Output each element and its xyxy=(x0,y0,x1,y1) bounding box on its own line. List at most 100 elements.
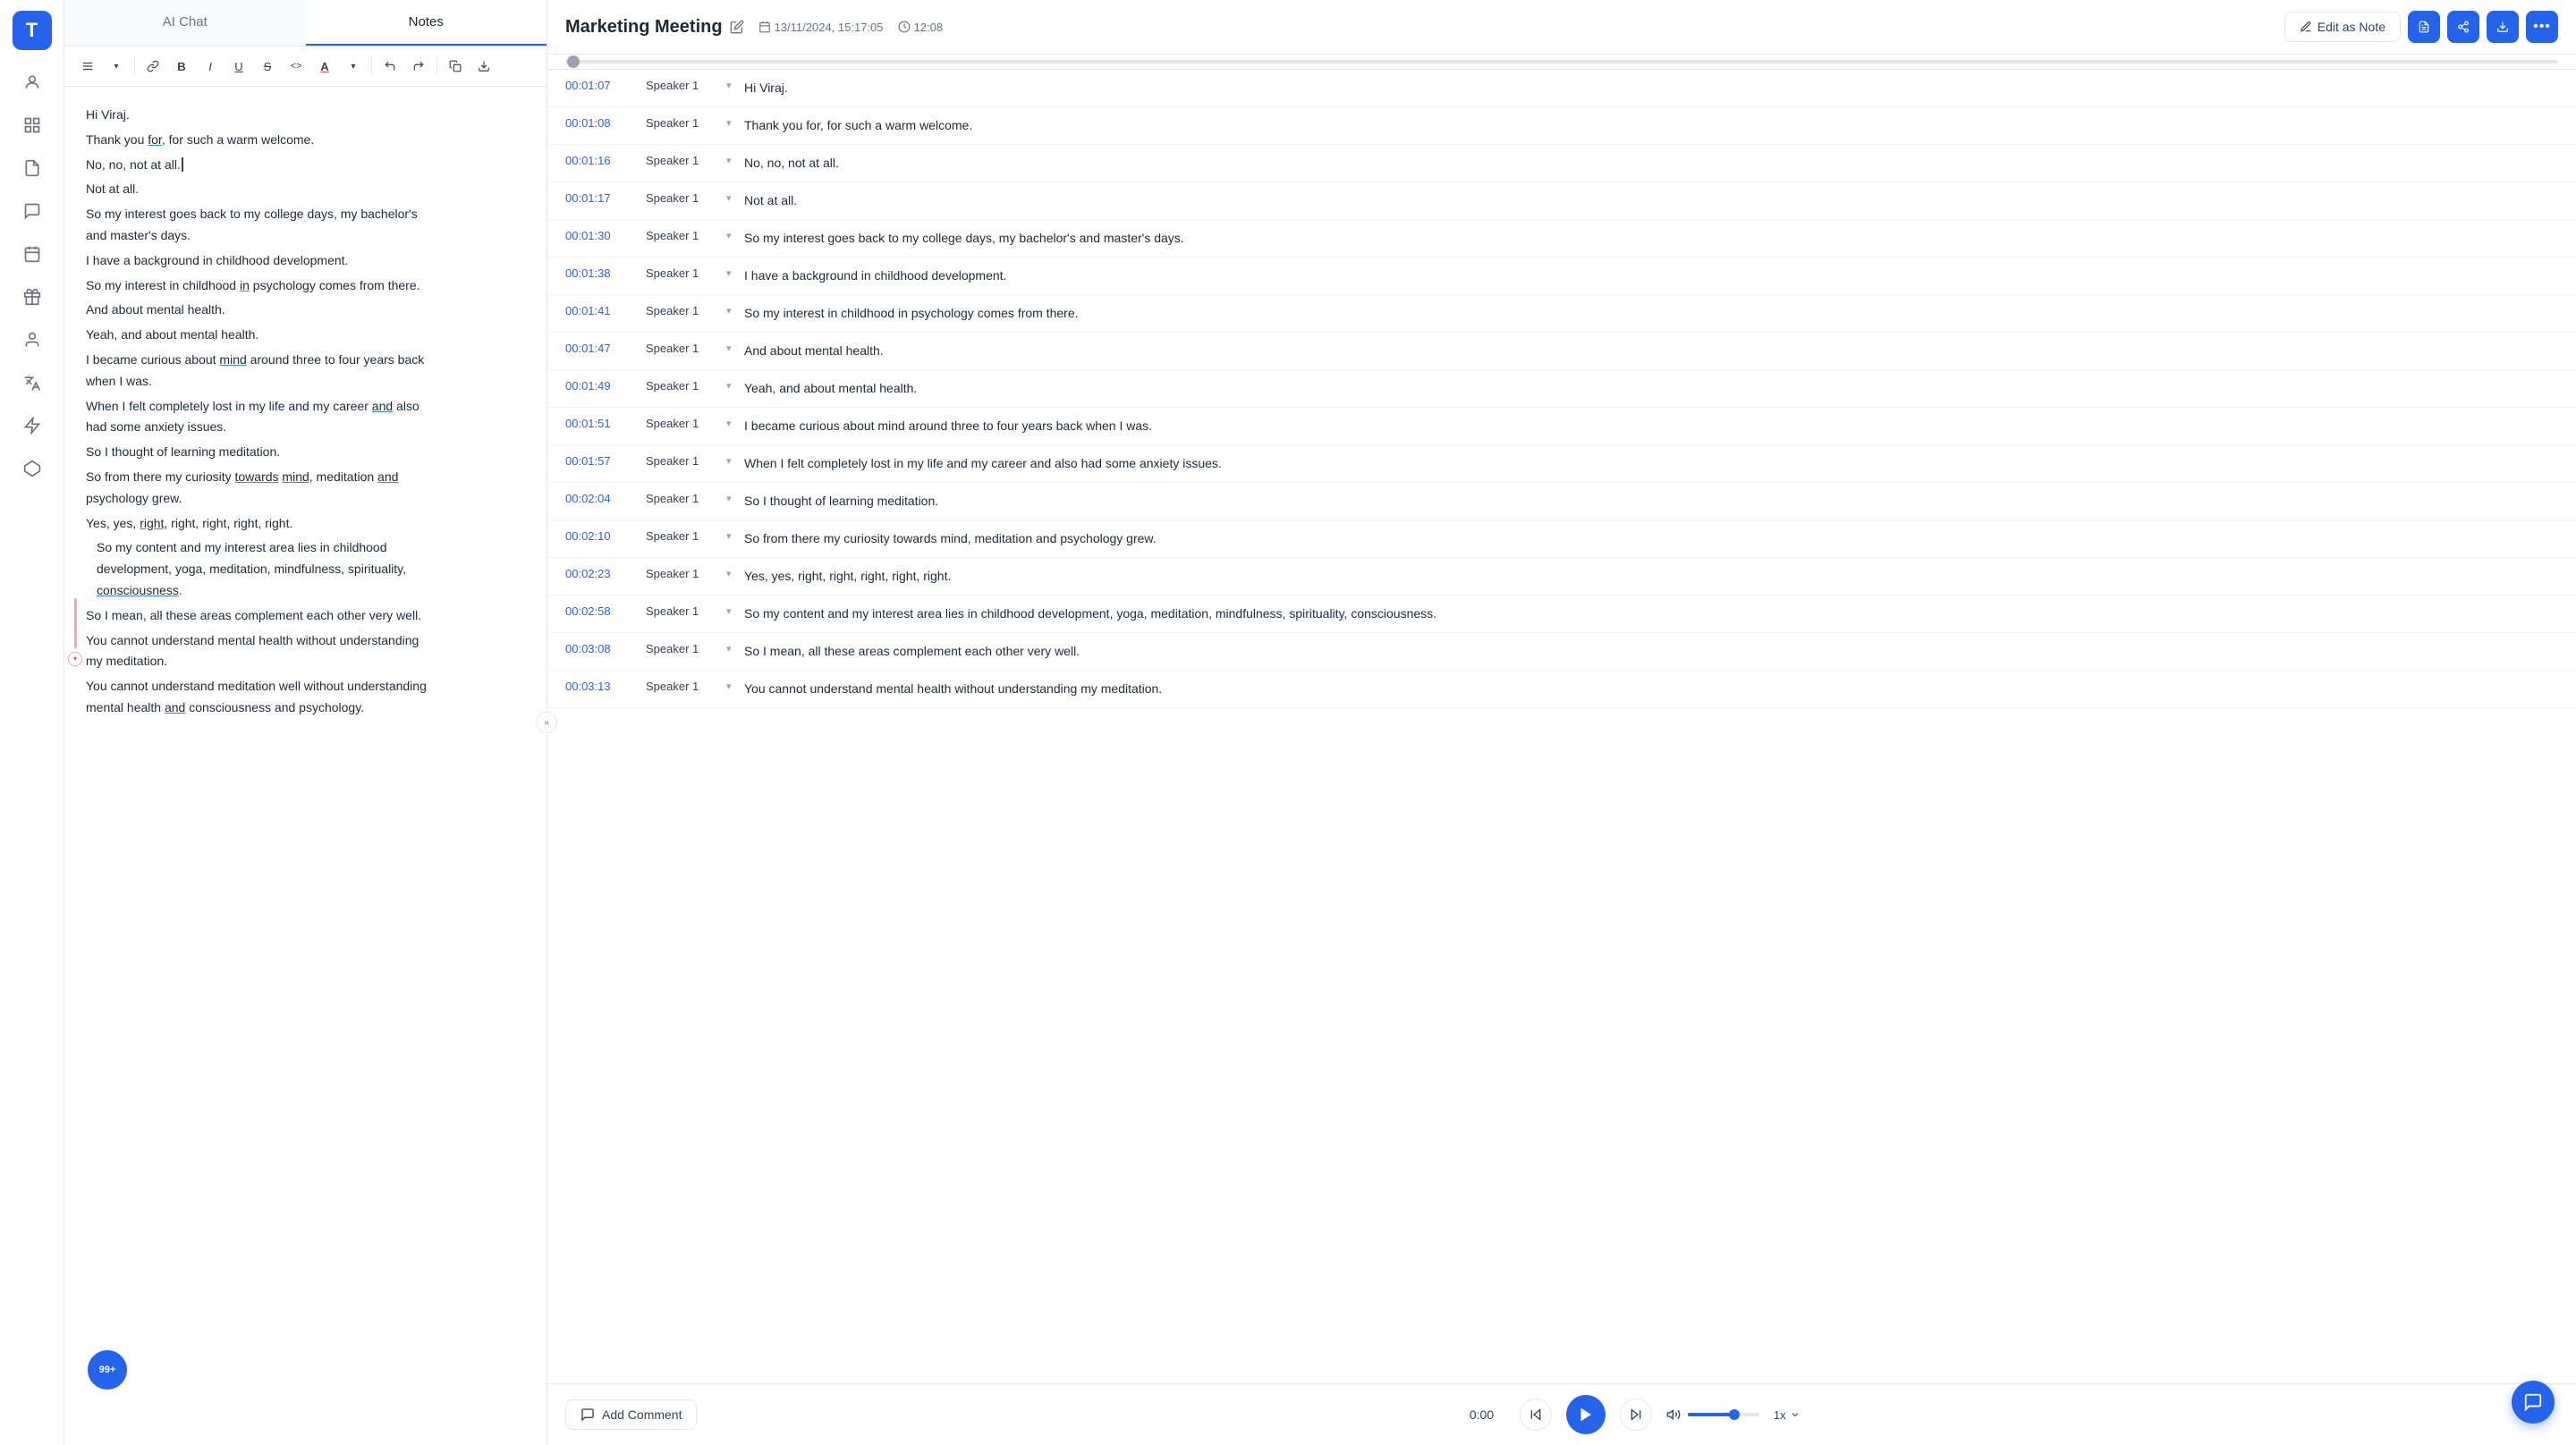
row-chevron-icon[interactable]: ▾ xyxy=(726,604,744,617)
volume-slider[interactable] xyxy=(1688,1413,1759,1416)
share-button[interactable] xyxy=(2447,11,2479,43)
timestamp[interactable]: 00:01:57 xyxy=(565,454,646,468)
player-controls: 0:00 1x xyxy=(711,1395,2558,1434)
add-comment-button[interactable]: Add Comment xyxy=(565,1399,697,1430)
row-chevron-icon[interactable]: ▾ xyxy=(726,342,744,354)
play-button[interactable] xyxy=(1566,1395,1606,1434)
panel-expand-button[interactable]: » xyxy=(536,712,557,733)
pencil-icon xyxy=(2300,21,2312,33)
row-chevron-icon[interactable]: ▾ xyxy=(726,266,744,279)
player-bar: Add Comment 0:00 1x xyxy=(547,1383,2576,1445)
editor-line: You cannot understand meditation well wi… xyxy=(86,676,525,719)
timestamp[interactable]: 00:01:16 xyxy=(565,154,646,167)
volume-control[interactable] xyxy=(1666,1407,1759,1422)
row-chevron-icon[interactable]: ▾ xyxy=(726,304,744,317)
timestamp[interactable]: 00:02:58 xyxy=(565,604,646,618)
sidebar-item-translate[interactable] xyxy=(14,365,50,401)
sidebar-item-chat[interactable] xyxy=(14,193,50,229)
speed-chevron-icon[interactable] xyxy=(1790,1409,1801,1420)
row-chevron-icon[interactable]: ▾ xyxy=(726,229,744,241)
align-button[interactable] xyxy=(75,54,100,79)
pdf-button[interactable] xyxy=(2408,11,2440,43)
note-editor[interactable]: ▾ Hi Viraj. Thank you for, for such a wa… xyxy=(64,87,547,1445)
copy-button[interactable] xyxy=(443,54,468,79)
download-button[interactable] xyxy=(2487,11,2519,43)
link-button[interactable] xyxy=(140,54,165,79)
tab-ai-chat[interactable]: AI Chat xyxy=(64,0,306,46)
skip-back-button[interactable] xyxy=(1520,1399,1552,1431)
editor-line: Yeah, and about mental health. xyxy=(86,325,525,346)
sidebar-item-diamond[interactable] xyxy=(14,451,50,486)
timestamp[interactable]: 00:03:08 xyxy=(565,642,646,655)
row-chevron-icon[interactable]: ▾ xyxy=(726,529,744,542)
skip-forward-button[interactable] xyxy=(1620,1399,1652,1431)
timestamp[interactable]: 00:02:10 xyxy=(565,529,646,543)
sidebar: T xyxy=(0,0,64,1445)
row-chevron-icon[interactable]: ▾ xyxy=(726,454,744,467)
timestamp[interactable]: 00:01:38 xyxy=(565,266,646,280)
sidebar-item-calendar[interactable] xyxy=(14,236,50,272)
timestamp[interactable]: 00:01:51 xyxy=(565,417,646,430)
timestamp[interactable]: 00:02:23 xyxy=(565,567,646,580)
row-chevron-icon[interactable]: ▾ xyxy=(726,116,744,129)
more-options-button[interactable]: ••• xyxy=(2526,11,2558,43)
edit-icon[interactable] xyxy=(730,20,744,34)
timestamp[interactable]: 00:01:08 xyxy=(565,116,646,130)
timestamp[interactable]: 00:01:07 xyxy=(565,79,646,92)
sidebar-item-people[interactable] xyxy=(14,64,50,100)
tab-notes[interactable]: Notes xyxy=(306,0,547,46)
row-chevron-icon[interactable]: ▾ xyxy=(726,154,744,166)
redo-button[interactable] xyxy=(406,54,431,79)
app-logo[interactable]: T xyxy=(13,11,52,50)
transcript-text: So I thought of learning meditation. xyxy=(744,492,2558,511)
volume-thumb xyxy=(1729,1409,1740,1420)
bold-button[interactable]: B xyxy=(169,54,194,79)
transcript-list: 00:01:07 Speaker 1 ▾ Hi Viraj. 00:01:08 … xyxy=(547,70,2576,1383)
code-button[interactable]: <> xyxy=(284,54,309,79)
playback-speed[interactable]: 1x xyxy=(1774,1408,1786,1422)
speaker-label: Speaker 1 xyxy=(646,680,726,693)
progress-track[interactable] xyxy=(565,60,2558,63)
edit-as-note-button[interactable]: Edit as Note xyxy=(2284,12,2401,42)
transcript-text: And about mental health. xyxy=(744,342,2558,360)
editor-line: I became curious about mind around three… xyxy=(86,350,525,393)
export-button[interactable] xyxy=(471,54,496,79)
timestamp[interactable]: 00:01:47 xyxy=(565,342,646,355)
comment-icon xyxy=(580,1407,595,1422)
sidebar-item-user[interactable] xyxy=(14,322,50,358)
timestamp[interactable]: 00:01:49 xyxy=(565,379,646,393)
tab-bar: AI Chat Notes xyxy=(64,0,547,46)
meeting-header: Marketing Meeting 13/11/2024, 15:17:05 1… xyxy=(547,0,2576,55)
text-color-button[interactable]: A xyxy=(312,54,337,79)
speaker-label: Speaker 1 xyxy=(646,154,726,167)
row-chevron-icon[interactable]: ▾ xyxy=(726,379,744,392)
timestamp[interactable]: 00:01:17 xyxy=(565,191,646,205)
italic-button[interactable]: I xyxy=(198,54,223,79)
row-chevron-icon[interactable]: ▾ xyxy=(726,642,744,655)
timestamp[interactable]: 00:02:04 xyxy=(565,492,646,505)
editor-line: And about mental health. xyxy=(86,300,525,321)
timestamp[interactable]: 00:01:41 xyxy=(565,304,646,317)
row-chevron-icon[interactable]: ▾ xyxy=(726,79,744,91)
transcript-text: Thank you for, for such a warm welcome. xyxy=(744,116,2558,135)
format-chevron-button[interactable]: ▾ xyxy=(104,54,129,79)
editor-line: So my interest in childhood in psycholog… xyxy=(86,275,525,297)
row-chevron-icon[interactable]: ▾ xyxy=(726,567,744,579)
row-chevron-icon[interactable]: ▾ xyxy=(726,680,744,692)
sidebar-item-document[interactable] xyxy=(14,150,50,186)
timestamp[interactable]: 00:01:30 xyxy=(565,229,646,242)
sidebar-item-gift[interactable] xyxy=(14,279,50,315)
row-chevron-icon[interactable]: ▾ xyxy=(726,492,744,504)
sidebar-item-grid[interactable] xyxy=(14,107,50,143)
undo-button[interactable] xyxy=(377,54,402,79)
row-chevron-icon[interactable]: ▾ xyxy=(726,417,744,429)
sidebar-item-bolt[interactable] xyxy=(14,408,50,444)
row-chevron-icon[interactable]: ▾ xyxy=(726,191,744,204)
text-color-chevron-button[interactable]: ▾ xyxy=(341,54,366,79)
chat-fab-button[interactable] xyxy=(2512,1381,2555,1424)
underline-button[interactable]: U xyxy=(226,54,251,79)
strikethrough-button[interactable]: S xyxy=(255,54,280,79)
notification-badge[interactable]: 99+ xyxy=(86,1348,129,1391)
timestamp[interactable]: 00:03:13 xyxy=(565,680,646,693)
editor-line: So from there my curiosity towards mind,… xyxy=(86,467,525,510)
